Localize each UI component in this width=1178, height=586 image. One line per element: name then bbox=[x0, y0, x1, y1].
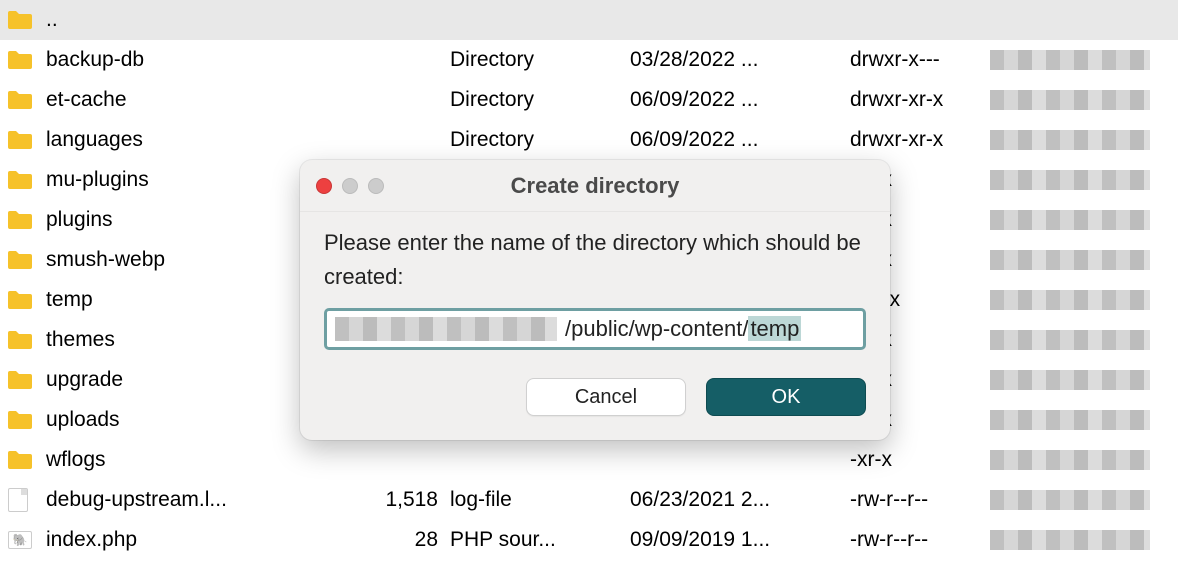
row-owner bbox=[990, 450, 1160, 470]
folder-icon bbox=[8, 50, 42, 70]
row-name: debug-upstream.l... bbox=[42, 488, 352, 512]
parent-dir-row[interactable]: .. bbox=[0, 0, 1178, 40]
path-prefix: /public/wp-content/ bbox=[565, 316, 748, 341]
window-zoom-icon[interactable] bbox=[368, 178, 384, 194]
folder-icon bbox=[8, 210, 42, 230]
folder-icon bbox=[8, 250, 42, 270]
folder-icon bbox=[8, 410, 42, 430]
folder-icon bbox=[8, 10, 42, 30]
folder-icon bbox=[8, 370, 42, 390]
table-row[interactable]: index.php 28 PHP sour... 09/09/2019 1...… bbox=[0, 520, 1178, 560]
row-owner bbox=[990, 170, 1160, 190]
row-type: Directory bbox=[450, 128, 630, 152]
row-size: 1,518 bbox=[352, 488, 450, 512]
folder-icon bbox=[8, 330, 42, 350]
row-type: Directory bbox=[450, 88, 630, 112]
create-directory-dialog: Create directory Please enter the name o… bbox=[300, 160, 890, 440]
row-owner bbox=[990, 250, 1160, 270]
row-name: wflogs bbox=[42, 448, 352, 472]
dialog-title: Create directory bbox=[300, 173, 890, 199]
row-owner bbox=[990, 490, 1160, 510]
dialog-message: Please enter the name of the directory w… bbox=[324, 226, 866, 294]
row-name: languages bbox=[42, 128, 352, 152]
table-row[interactable]: backup-db Directory 03/28/2022 ... drwxr… bbox=[0, 40, 1178, 80]
table-row[interactable]: debug-upstream.l... 1,518 log-file 06/23… bbox=[0, 480, 1178, 520]
row-owner bbox=[990, 50, 1160, 70]
folder-icon bbox=[8, 290, 42, 310]
row-date: 03/28/2022 ... bbox=[630, 48, 850, 72]
table-row[interactable]: wflogs -xr-x bbox=[0, 440, 1178, 480]
row-perm: -rw-r--r-- bbox=[850, 528, 990, 552]
row-name: backup-db bbox=[42, 48, 352, 72]
row-name: .. bbox=[42, 8, 352, 32]
row-date: 06/09/2022 ... bbox=[630, 128, 850, 152]
redacted-hostprefix bbox=[335, 317, 557, 341]
row-name: et-cache bbox=[42, 88, 352, 112]
row-owner bbox=[990, 530, 1160, 550]
row-owner bbox=[990, 330, 1160, 350]
folder-icon bbox=[8, 450, 42, 470]
row-perm: -rw-r--r-- bbox=[850, 488, 990, 512]
row-type: Directory bbox=[450, 48, 630, 72]
row-date: 06/23/2021 2... bbox=[630, 488, 850, 512]
directory-path-input[interactable]: /public/wp-content/temp bbox=[324, 308, 866, 350]
row-owner bbox=[990, 370, 1160, 390]
file-icon bbox=[8, 488, 42, 512]
folder-icon bbox=[8, 170, 42, 190]
path-selected: temp bbox=[748, 316, 801, 341]
dialog-buttons: Cancel OK bbox=[324, 378, 866, 416]
ok-button[interactable]: OK bbox=[706, 378, 866, 416]
row-type: log-file bbox=[450, 488, 630, 512]
row-owner bbox=[990, 410, 1160, 430]
row-owner bbox=[990, 290, 1160, 310]
php-icon bbox=[8, 531, 42, 549]
dialog-body: Please enter the name of the directory w… bbox=[300, 212, 890, 440]
row-type: PHP sour... bbox=[450, 528, 630, 552]
window-controls bbox=[316, 178, 384, 194]
row-owner bbox=[990, 130, 1160, 150]
table-row[interactable]: languages Directory 06/09/2022 ... drwxr… bbox=[0, 120, 1178, 160]
table-row[interactable]: et-cache Directory 06/09/2022 ... drwxr-… bbox=[0, 80, 1178, 120]
row-owner bbox=[990, 210, 1160, 230]
row-size: 28 bbox=[352, 528, 450, 552]
row-name: index.php bbox=[42, 528, 352, 552]
window-minimize-icon[interactable] bbox=[342, 178, 358, 194]
row-date: 06/09/2022 ... bbox=[630, 88, 850, 112]
dialog-titlebar[interactable]: Create directory bbox=[300, 160, 890, 212]
row-perm: -xr-x bbox=[850, 448, 990, 472]
cancel-button[interactable]: Cancel bbox=[526, 378, 686, 416]
folder-icon bbox=[8, 90, 42, 110]
row-perm: drwxr-x--- bbox=[850, 48, 990, 72]
row-owner bbox=[990, 90, 1160, 110]
window-close-icon[interactable] bbox=[316, 178, 332, 194]
row-perm: drwxr-xr-x bbox=[850, 128, 990, 152]
directory-path-value: /public/wp-content/temp bbox=[565, 316, 801, 342]
row-date: 09/09/2019 1... bbox=[630, 528, 850, 552]
folder-icon bbox=[8, 130, 42, 150]
row-perm: drwxr-xr-x bbox=[850, 88, 990, 112]
